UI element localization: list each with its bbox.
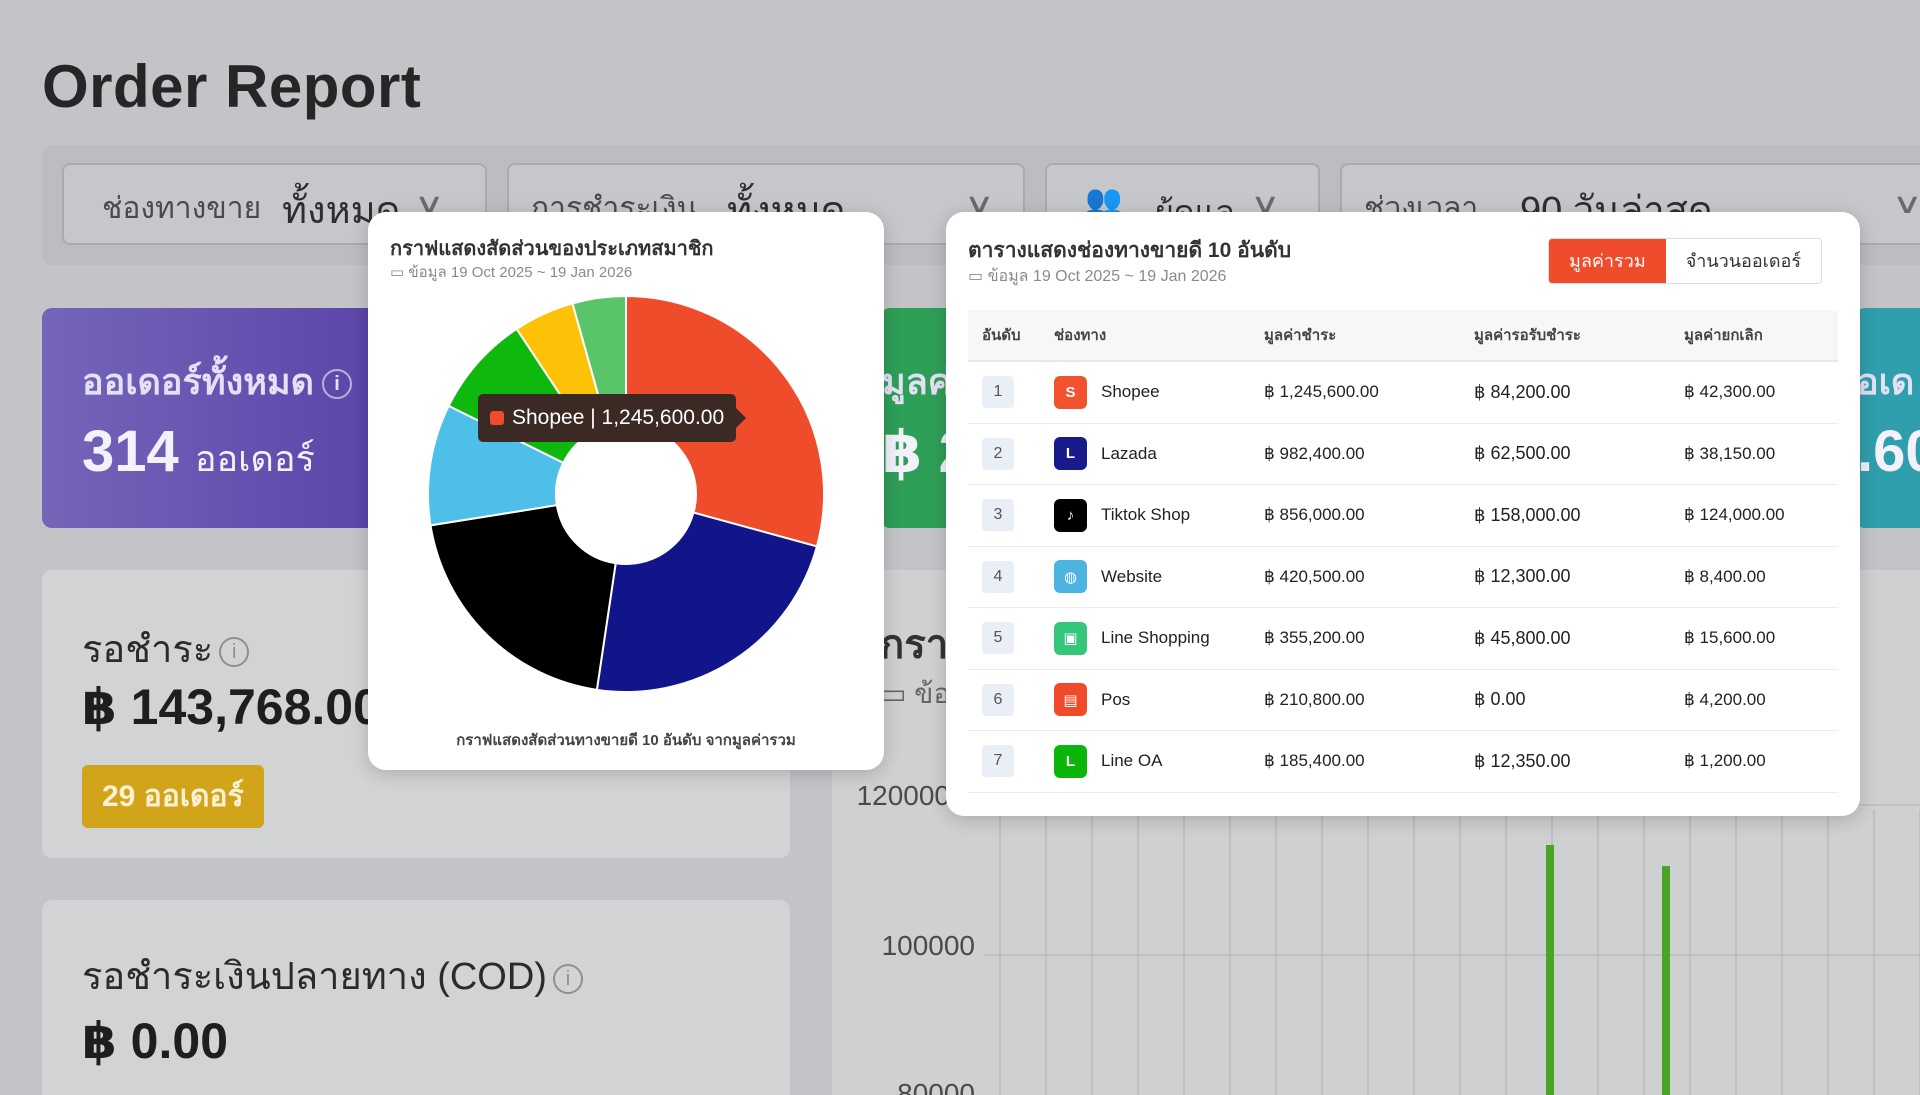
pie-tooltip: Shopee | 1,245,600.00 [478, 394, 747, 442]
paid-value: ฿ 1,245,600.00 [1264, 382, 1379, 402]
rank-badge: 7 [982, 745, 1014, 778]
pending-value: ฿ 45,800.00 [1474, 627, 1571, 648]
rank-badge: 4 [982, 560, 1014, 593]
table-row[interactable]: 4 ◍ Website ฿ 420,500.00 ฿ 12,300.00 ฿ 8,400.… [968, 547, 1838, 608]
paid-value: ฿ 856,000.00 [1264, 505, 1365, 525]
cod-card: รอชำระเงินปลายทาง (COD) i ฿ 0.00 [42, 900, 790, 1095]
shopee-icon: S [1054, 375, 1087, 409]
pie-chart-card: กราฟแสดงสัดส่วนของประเภทสมาชิก ▭ ข้อมูล … [368, 212, 884, 770]
tooltip-swatch [490, 411, 504, 425]
table-row[interactable]: 3 ♪ Tiktok Shop ฿ 856,000.00 ฿ 158,000.00 ฿ 1… [968, 485, 1838, 547]
cod-value: ฿ 0.00 [82, 1013, 228, 1069]
bar [1546, 845, 1554, 1095]
pending-value: ฿ 12,300.00 [1474, 566, 1571, 587]
table-header: อันดับ ช่องทาง มูลค่าชำระ มูลค่ารอรับชำร… [968, 310, 1838, 362]
rank-badge: 1 [982, 376, 1014, 409]
pie-chart-caption: กราฟแสดงสัดส่วนทางขายดี 10 อันดับ จากมูล… [456, 732, 796, 749]
toggle-order-count[interactable]: จำนวนออเดอร์ [1665, 239, 1821, 283]
total-orders-card: ออเดอร์ทั้งหมด i 314 ออเดอร์ [42, 308, 382, 528]
cancelled-value: ฿ 8,400.00 [1684, 566, 1766, 586]
calendar-icon: ▭ [968, 268, 984, 285]
cancelled-value: ฿ 42,300.00 [1684, 382, 1776, 402]
total-orders-value: 314 [82, 419, 179, 484]
cancelled-value: ฿ 15,600.00 [1684, 628, 1776, 648]
cancelled-value: ฿ 38,150.00 [1684, 443, 1776, 463]
table-row[interactable]: 2 L Lazada ฿ 982,400.00 ฿ 62,500.00 ฿ 38,150.… [968, 424, 1838, 485]
pending-value: ฿ 0.00 [1474, 689, 1526, 710]
cancelled-value: ฿ 4,200.00 [1684, 689, 1766, 709]
tooltip-text: Shopee | 1,245,600.00 [512, 406, 725, 429]
info-icon[interactable]: i [219, 636, 250, 667]
y-tick-label: 80000 [897, 1078, 975, 1095]
line-shopping-icon: ▣ [1054, 621, 1087, 655]
header-cancelled: มูลค่ายกเลิก [1684, 327, 1763, 344]
tiktok-icon: ♪ [1054, 498, 1087, 532]
rank-badge: 5 [982, 622, 1014, 655]
pending-orders-badge: 29 ออเดอร์ [82, 765, 264, 828]
y-tick-label: 100000 [881, 930, 975, 961]
rank-badge: 2 [982, 437, 1014, 470]
channels-table: อันดับ ช่องทาง มูลค่าชำระ มูลค่ารอรับชำร… [968, 310, 1838, 793]
bar [1662, 866, 1670, 1095]
pending-value: ฿ 84,200.00 [1474, 381, 1571, 402]
paid-value: ฿ 210,800.00 [1264, 689, 1365, 709]
filter-label: ช่องทางขาย [102, 192, 262, 225]
info-icon[interactable]: i [322, 369, 353, 400]
teal-stat-value: .60 [1857, 419, 1920, 484]
page-title: Order Report [42, 53, 422, 120]
channel-name: Pos [1101, 689, 1131, 709]
table-row[interactable]: 7 L Line OA ฿ 185,400.00 ฿ 12,350.00 ฿ 1,200.… [968, 731, 1838, 793]
channel-name: Shopee [1101, 382, 1160, 402]
total-orders-label: ออเดอร์ทั้งหมด [82, 361, 315, 402]
info-icon[interactable]: i [552, 963, 583, 994]
channel-name: Website [1101, 566, 1163, 586]
channel-name: Line OA [1101, 751, 1163, 771]
table-row[interactable]: 6 ▤ Pos ฿ 210,800.00 ฿ 0.00 ฿ 4,200.00 [968, 670, 1838, 731]
pie-chart [427, 294, 825, 693]
bar-chart-subtitle: ข้อ [914, 678, 951, 709]
pie-slice-lazada[interactable] [595, 511, 819, 693]
channel-name: Lazada [1101, 443, 1157, 463]
paid-value: ฿ 982,400.00 [1264, 443, 1365, 463]
pie-slice-tiktok-shop[interactable] [429, 503, 617, 691]
channel-name: Tiktok Shop [1101, 505, 1191, 525]
total-orders-unit: ออเดอร์ [194, 438, 315, 479]
line-oa-icon: L [1054, 744, 1087, 778]
paid-value: ฿ 420,500.00 [1264, 566, 1365, 586]
cancelled-value: ฿ 1,200.00 [1684, 751, 1766, 771]
lazada-icon: L [1054, 437, 1087, 471]
pending-label: รอชำระ [82, 629, 214, 671]
cod-label: รอชำระเงินปลายทาง (COD) [82, 956, 547, 998]
table-title: ตารางแสดงช่องทางขายดี 10 อันดับ [968, 239, 1292, 262]
toggle-total-value[interactable]: มูลค่ารวม [1549, 239, 1666, 283]
header-channel: ช่องทาง [1054, 327, 1107, 344]
pos-icon: ▤ [1054, 683, 1087, 717]
rank-badge: 3 [982, 499, 1014, 532]
pending-value: ฿ 62,500.00 [1474, 443, 1571, 464]
header-pending: มูลค่ารอรับชำระ [1474, 327, 1581, 344]
y-tick-label: 120000 [856, 780, 950, 811]
website-globe-icon: ◍ [1054, 560, 1087, 594]
total-value-label: มูลค่ [882, 361, 952, 402]
rank-badge: 6 [982, 683, 1014, 716]
header-paid: มูลค่าชำระ [1264, 327, 1337, 344]
cancelled-value: ฿ 124,000.00 [1684, 505, 1785, 525]
pending-value: ฿ 12,350.00 [1474, 750, 1571, 771]
pending-value: ฿ 158,000.00 [1474, 504, 1581, 525]
table-subtitle: ข้อมูล 19 Oct 2025 ~ 19 Jan 2026 [987, 268, 1227, 285]
paid-value: ฿ 185,400.00 [1264, 751, 1365, 771]
teal-stat-card: อเด .60 [1855, 308, 1920, 528]
channel-name: Line Shopping [1101, 628, 1210, 648]
table-row[interactable]: 1 S Shopee ฿ 1,245,600.00 ฿ 84,200.00 ฿ 42,30… [968, 362, 1838, 424]
chevron-down-icon: ∨ [1891, 188, 1920, 219]
metric-toggle: มูลค่ารวม จำนวนออเดอร์ [1548, 238, 1822, 284]
header-rank: อันดับ [982, 327, 1021, 344]
paid-value: ฿ 355,200.00 [1264, 628, 1365, 648]
top-channels-table-card: ตารางแสดงช่องทางขายดี 10 อันดับ ▭ ข้อมูล… [946, 212, 1860, 816]
table-row[interactable]: 5 ▣ Line Shopping ฿ 355,200.00 ฿ 45,800.00 ฿ … [968, 608, 1838, 670]
pending-value: ฿ 143,768.00 [82, 679, 381, 735]
teal-stat-label: อเด [1857, 361, 1915, 402]
